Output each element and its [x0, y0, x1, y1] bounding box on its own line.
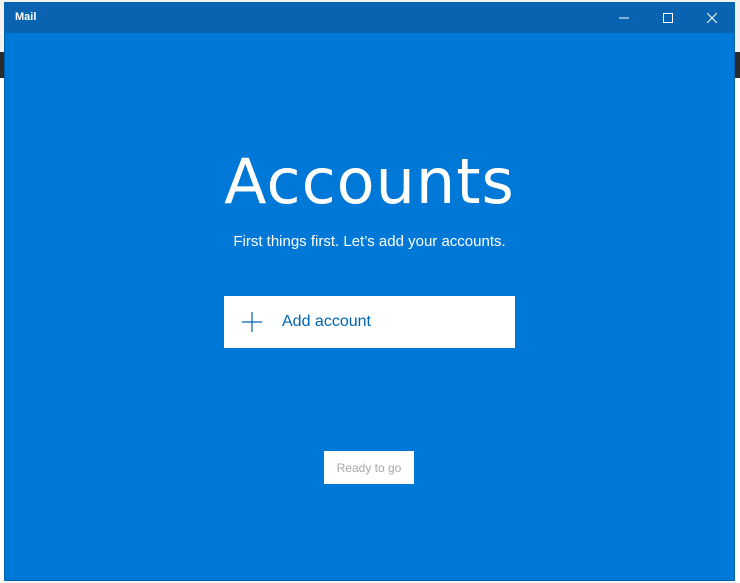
window-controls [602, 3, 734, 33]
maximize-icon [663, 13, 673, 23]
close-icon [707, 13, 717, 23]
ready-to-go-button[interactable]: Ready to go [324, 451, 414, 484]
minimize-icon [619, 17, 629, 19]
window-title: Mail [15, 11, 37, 23]
minimize-button[interactable] [602, 3, 646, 33]
page-title: Accounts [224, 145, 515, 218]
add-account-label: Add account [282, 313, 371, 330]
close-button[interactable] [690, 3, 734, 33]
page-subtitle: First things first. Let’s add your accou… [233, 233, 506, 250]
plus-icon [242, 312, 262, 332]
maximize-button[interactable] [646, 3, 690, 33]
accounts-setup-panel: Accounts First things first. Let’s add y… [5, 33, 734, 580]
add-account-button[interactable]: Add account [224, 296, 515, 348]
title-bar: Mail [5, 3, 734, 33]
mail-window: Mail Accounts First things first. Let’s … [4, 2, 735, 581]
